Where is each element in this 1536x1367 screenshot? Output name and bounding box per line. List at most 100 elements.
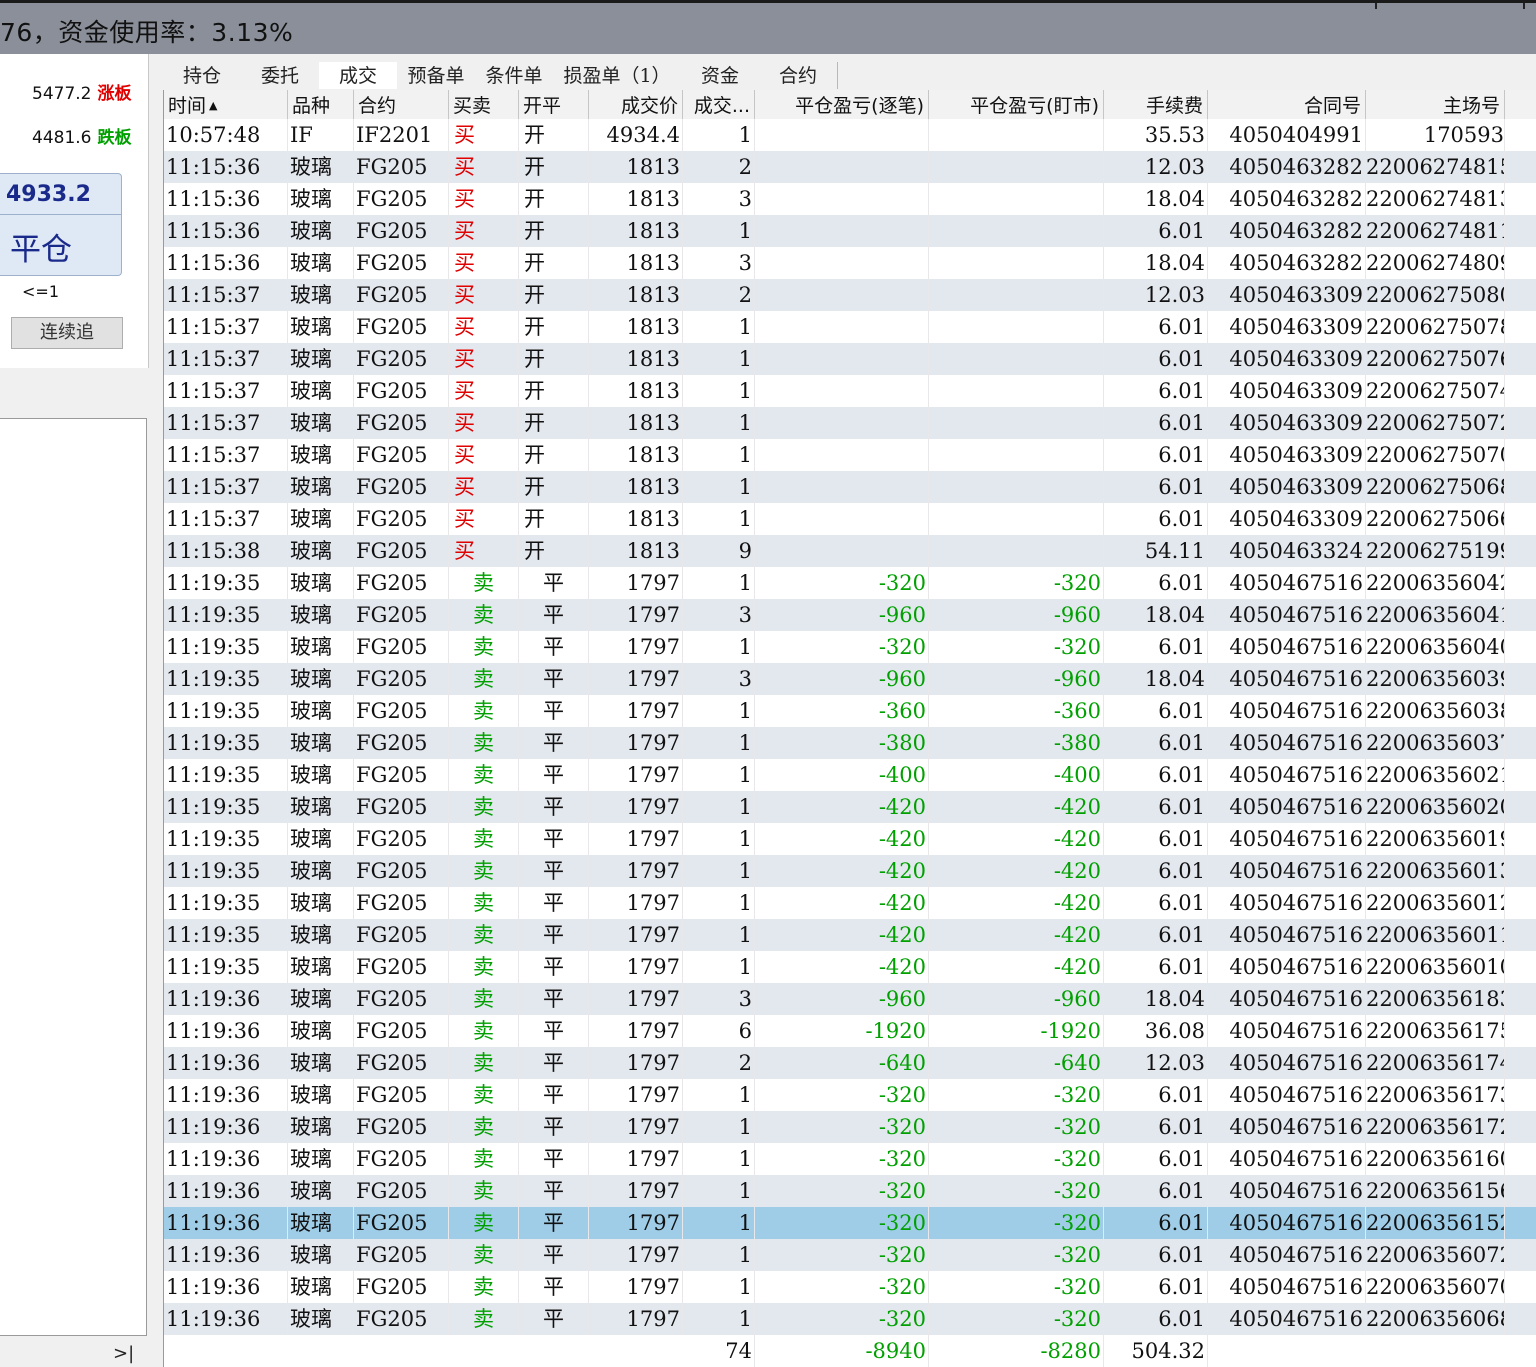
table-row[interactable]: 11:15:37 玻璃 FG205 买开 1813 1 6.01 4050463309 2200…: [164, 439, 1536, 471]
table-row[interactable]: 11:19:36 玻璃 FG205 卖平 1797 1 -320 -320 6.01 405046…: [164, 1303, 1536, 1335]
table-row[interactable]: 11:15:37 玻璃 FG205 买开 1813 1 6.01 4050463309 2200…: [164, 311, 1536, 343]
tab-funds[interactable]: 资金: [681, 62, 760, 89]
table-row[interactable]: 11:19:35 玻璃 FG205 卖平 1797 3 -960 -960 18.04 40504…: [164, 599, 1536, 631]
cell-product: 玻璃: [288, 951, 354, 983]
cell-price: 1797: [589, 919, 683, 951]
column-header-contract[interactable]: 合约: [354, 90, 449, 122]
column-header-exchange-no[interactable]: 主场号: [1366, 90, 1505, 122]
cell-price: 1813: [589, 279, 683, 311]
lower-limit[interactable]: 4481.6 跌板: [32, 123, 131, 148]
column-header-order-no[interactable]: 合同号: [1208, 90, 1366, 122]
cell-product: 玻璃: [288, 887, 354, 919]
table-row[interactable]: 11:19:36 玻璃 FG205 卖平 1797 1 -320 -320 6.01 405046…: [164, 1079, 1536, 1111]
cell-qty: 9: [683, 535, 755, 567]
table-row[interactable]: 11:19:36 玻璃 FG205 卖平 1797 1 -320 -320 6.01 405046…: [164, 1207, 1536, 1239]
cell-exchange-no: 22006356011: [1366, 919, 1505, 951]
scroll-to-end-icon[interactable]: >|: [113, 1343, 134, 1364]
column-header-open-close[interactable]: 开平: [519, 90, 589, 122]
close-position-button[interactable]: 4933.2 平仓: [0, 173, 122, 276]
table-row[interactable]: 11:15:36 玻璃 FG205 买开 1813 2 12.03 4050463282 220…: [164, 151, 1536, 183]
cell-fee: 18.04: [1104, 663, 1208, 695]
table-row[interactable]: 10:57:48 IF IF2201 买开 4934.4 1 35.53 4050404991…: [164, 119, 1536, 151]
cell-contract: FG205: [354, 599, 449, 631]
column-header-pnl-trade[interactable]: 平仓盈亏(逐笔): [755, 90, 929, 122]
table-row[interactable]: 11:15:36 玻璃 FG205 买开 1813 3 18.04 4050463282 220…: [164, 247, 1536, 279]
tab-orders[interactable]: 委托: [241, 62, 320, 89]
table-row[interactable]: 11:19:35 玻璃 FG205 卖平 1797 1 -420 -420 6.01 405046…: [164, 887, 1536, 919]
cell-pnl-trade: [755, 119, 929, 151]
cell-exchange-no: 22006356013: [1366, 855, 1505, 887]
cell-order-no: 4050467516: [1208, 983, 1366, 1015]
table-row[interactable]: 11:19:35 玻璃 FG205 卖平 1797 1 -400 -400 6.01 405046…: [164, 759, 1536, 791]
table-row[interactable]: 11:15:37 玻璃 FG205 买开 1813 1 6.01 4050463309 2200…: [164, 503, 1536, 535]
cell-exchange-no: 22006356039: [1366, 663, 1505, 695]
table-row[interactable]: 11:19:35 玻璃 FG205 卖平 1797 1 -420 -420 6.01 405046…: [164, 791, 1536, 823]
cell-price: 1797: [589, 1079, 683, 1111]
table-row[interactable]: 11:15:37 玻璃 FG205 买开 1813 1 6.01 4050463309 2200…: [164, 343, 1536, 375]
column-header-fee[interactable]: 手续费: [1104, 90, 1208, 122]
table-row[interactable]: 11:19:35 玻璃 FG205 卖平 1797 3 -960 -960 18.04 40504…: [164, 663, 1536, 695]
tab-trades[interactable]: 成交: [319, 62, 398, 89]
table-row[interactable]: 11:19:35 玻璃 FG205 卖平 1797 1 -360 -360 6.01 405046…: [164, 695, 1536, 727]
tab-prepared-orders[interactable]: 预备单: [397, 62, 476, 89]
table-row[interactable]: 11:15:36 玻璃 FG205 买开 1813 3 18.04 4050463282 220…: [164, 183, 1536, 215]
column-header-pnl-mark[interactable]: 平仓盈亏(盯市): [929, 90, 1104, 122]
cell-order-no: 4050467516: [1208, 823, 1366, 855]
cell-pnl-trade: -320: [755, 1271, 929, 1303]
cell-price: 1797: [589, 855, 683, 887]
column-header-qty[interactable]: 成交...: [683, 90, 755, 122]
tab-positions[interactable]: 持仓: [163, 62, 242, 89]
tab-conditional-orders[interactable]: 条件单: [475, 62, 554, 89]
cell-side: 买: [449, 439, 519, 471]
upper-limit[interactable]: 5477.2 涨板: [32, 79, 131, 104]
column-header-side[interactable]: 买卖: [449, 90, 519, 122]
cell-contract: FG205: [354, 311, 449, 343]
table-row[interactable]: 11:19:36 玻璃 FG205 卖平 1797 2 -640 -640 12.03 40504…: [164, 1047, 1536, 1079]
table-row[interactable]: 11:19:36 玻璃 FG205 卖平 1797 3 -960 -960 18.04 40504…: [164, 983, 1536, 1015]
cell-pnl-trade: [755, 439, 929, 471]
table-row[interactable]: 11:19:35 玻璃 FG205 卖平 1797 1 -420 -420 6.01 405046…: [164, 919, 1536, 951]
cell-exchange-no: 22006275080: [1366, 279, 1505, 311]
table-row[interactable]: 11:15:38 玻璃 FG205 买开 1813 9 54.11 4050463324 220…: [164, 535, 1536, 567]
table-row[interactable]: 11:19:35 玻璃 FG205 卖平 1797 1 -420 -420 6.01 405046…: [164, 951, 1536, 983]
table-row[interactable]: 11:19:36 玻璃 FG205 卖平 1797 1 -320 -320 6.01 405046…: [164, 1175, 1536, 1207]
cell-fee: 6.01: [1104, 215, 1208, 247]
table-row[interactable]: 11:19:36 玻璃 FG205 卖平 1797 1 -320 -320 6.01 405046…: [164, 1239, 1536, 1271]
table-row[interactable]: 11:19:36 玻璃 FG205 卖平 1797 1 -320 -320 6.01 405046…: [164, 1143, 1536, 1175]
table-row[interactable]: 11:15:37 玻璃 FG205 买开 1813 2 12.03 4050463309 220…: [164, 279, 1536, 311]
table-row[interactable]: 11:19:35 玻璃 FG205 卖平 1797 1 -420 -420 6.01 405046…: [164, 823, 1536, 855]
cell-order-no: 4050467516: [1208, 759, 1366, 791]
table-row[interactable]: 11:19:35 玻璃 FG205 卖平 1797 1 -320 -320 6.01 405046…: [164, 631, 1536, 663]
table-row[interactable]: 11:19:36 玻璃 FG205 卖平 1797 1 -320 -320 6.01 405046…: [164, 1271, 1536, 1303]
cell-product: 玻璃: [288, 503, 354, 535]
cell-product: 玻璃: [288, 919, 354, 951]
tab-stop-profit-loss[interactable]: 损盈单（1）: [553, 62, 682, 89]
table-row[interactable]: 11:19:35 玻璃 FG205 卖平 1797 1 -420 -420 6.01 405046…: [164, 855, 1536, 887]
continuous-chase-button[interactable]: 连续追: [11, 317, 123, 349]
cell-qty: 3: [683, 663, 755, 695]
table-row[interactable]: 11:19:36 玻璃 FG205 卖平 1797 1 -320 -320 6.01 405046…: [164, 1111, 1536, 1143]
table-row[interactable]: 11:19:35 玻璃 FG205 卖平 1797 1 -320 -320 6.01 405046…: [164, 567, 1536, 599]
cell-time: 11:19:35: [164, 727, 288, 759]
column-header-product[interactable]: 品种: [288, 90, 354, 122]
cell-qty: 2: [683, 151, 755, 183]
cell-pnl-trade: [755, 215, 929, 247]
tab-contracts[interactable]: 合约: [759, 62, 838, 89]
table-row[interactable]: 11:15:36 玻璃 FG205 买开 1813 1 6.01 4050463282 2200…: [164, 215, 1536, 247]
table-row[interactable]: 11:19:36 玻璃 FG205 卖平 1797 6 -1920 -1920 36.08 405…: [164, 1015, 1536, 1047]
table-row[interactable]: 11:15:37 玻璃 FG205 买开 1813 1 6.01 4050463309 2200…: [164, 407, 1536, 439]
cell-price: 1797: [589, 1175, 683, 1207]
cell-order-no: 4050463282: [1208, 215, 1366, 247]
cell-open-close: 平: [519, 1175, 589, 1207]
table-row[interactable]: 11:15:37 玻璃 FG205 买开 1813 1 6.01 4050463309 2200…: [164, 471, 1536, 503]
table-row[interactable]: 11:19:35 玻璃 FG205 卖平 1797 1 -380 -380 6.01 405046…: [164, 727, 1536, 759]
cell-qty: 1: [683, 855, 755, 887]
cell-order-no: 4050467516: [1208, 919, 1366, 951]
cell-time: 11:19:36: [164, 1079, 288, 1111]
column-header-price[interactable]: 成交价: [589, 90, 683, 122]
cell-pnl-trade: -320: [755, 631, 929, 663]
table-row[interactable]: 11:15:37 玻璃 FG205 买开 1813 1 6.01 4050463309 2200…: [164, 375, 1536, 407]
cell-pnl-mark: -420: [929, 823, 1104, 855]
cell-order-no: 4050463282: [1208, 151, 1366, 183]
column-header-time[interactable]: 时间 ▲: [164, 90, 288, 122]
